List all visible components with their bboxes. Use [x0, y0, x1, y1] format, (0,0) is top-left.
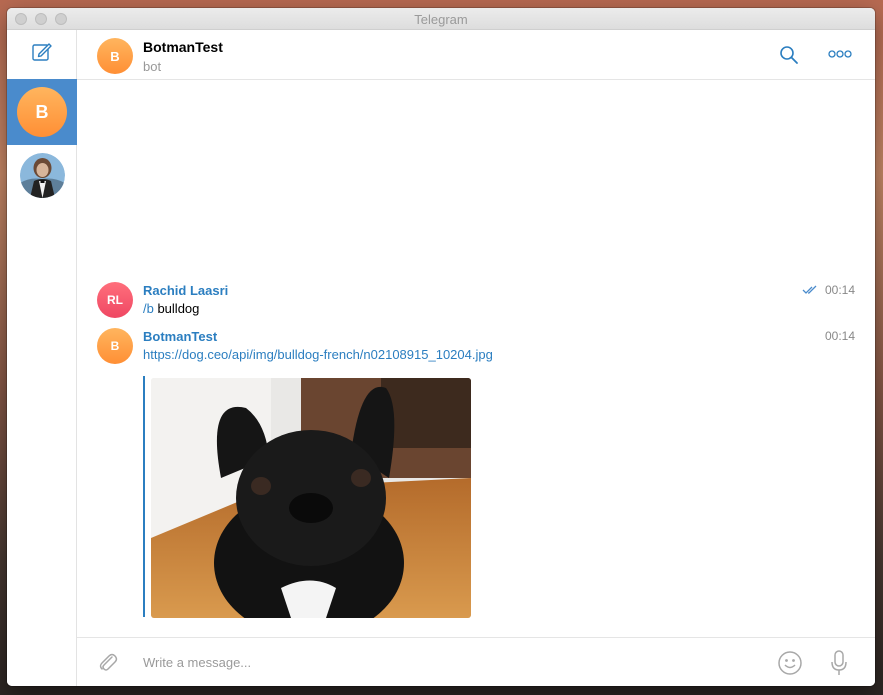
message-text: /b bulldog [143, 301, 199, 316]
message-time: 00:14 [824, 329, 855, 343]
header-avatar[interactable]: B [97, 38, 133, 74]
message-input[interactable] [143, 652, 763, 672]
message-sender[interactable]: Rachid Laasri [143, 283, 228, 298]
chat-item-botmantest[interactable]: B [7, 79, 77, 145]
sender-avatar[interactable]: RL [97, 282, 133, 318]
sender-avatar[interactable]: B [97, 328, 133, 364]
more-icon[interactable] [828, 49, 852, 59]
message-body: bulldog [153, 301, 200, 316]
title-bar: Telegram [7, 8, 875, 30]
window-title: Telegram [414, 12, 468, 27]
chat-item-contact[interactable] [7, 147, 77, 213]
compose-icon[interactable] [31, 41, 53, 63]
chat-status: bot [143, 59, 162, 74]
bulldog-photo[interactable] [151, 378, 471, 618]
chat-sidebar: B [7, 30, 77, 686]
chat-header: B BotmanTest bot [77, 30, 875, 80]
chat-title[interactable]: BotmanTest [143, 39, 223, 55]
chat-avatar: B [17, 87, 67, 137]
message-composer [77, 637, 875, 686]
emoji-icon[interactable] [777, 650, 803, 676]
search-icon[interactable] [779, 45, 799, 65]
message-sender[interactable]: BotmanTest [143, 329, 217, 344]
link-preview-bar [143, 376, 145, 617]
attach-icon[interactable] [96, 651, 120, 675]
message-time: 00:14 [824, 283, 855, 297]
contact-photo-avatar [20, 153, 65, 198]
mic-icon[interactable] [830, 650, 848, 676]
message-link[interactable]: https://dog.ceo/api/img/bulldog-french/n… [143, 347, 493, 362]
bot-command-link[interactable]: /b [143, 301, 154, 316]
telegram-window: Telegram B B BotmanTest bot RL Rachid La… [7, 8, 875, 686]
message-history[interactable]: RL Rachid Laasri /b bulldog 00:14 B Botm… [77, 80, 875, 637]
double-check-icon [802, 285, 817, 294]
